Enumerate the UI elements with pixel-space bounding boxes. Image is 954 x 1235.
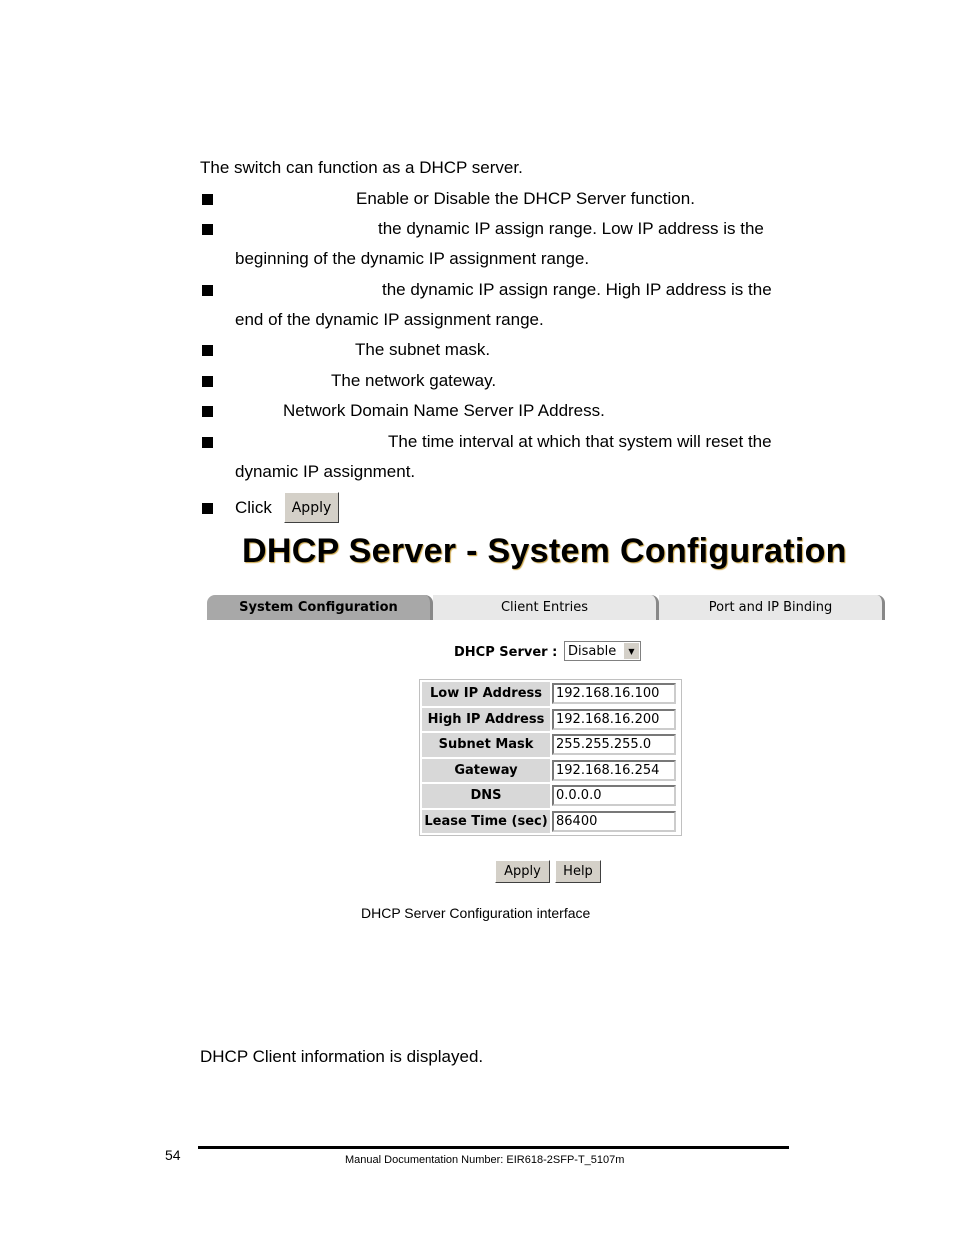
bullet-icon xyxy=(202,406,213,417)
lease-time-input[interactable] xyxy=(552,810,676,832)
table-row: Lease Time (sec) xyxy=(422,809,679,833)
field-label: DNS xyxy=(422,784,550,808)
figure-caption: DHCP Server Configuration interface xyxy=(361,905,591,921)
apply-button-inline[interactable]: Apply xyxy=(284,492,339,523)
intro-text: The switch can function as a DHCP server… xyxy=(200,158,523,177)
low-ip-input[interactable] xyxy=(552,683,676,705)
footer-divider xyxy=(198,1146,789,1149)
field-label: Subnet Mask xyxy=(422,733,550,757)
table-row: Low IP Address xyxy=(422,682,679,706)
bullet-icon xyxy=(202,194,213,205)
bullet-text: beginning of the dynamic IP assignment r… xyxy=(235,249,590,268)
bullet-text: The time interval at which that system w… xyxy=(388,432,772,451)
bullet-text: The network gateway. xyxy=(331,371,497,390)
bullet-text: Enable or Disable the DHCP Server functi… xyxy=(356,189,695,208)
bullet-text: the dynamic IP assign range. High IP add… xyxy=(382,280,772,299)
client-info-text: DHCP Client information is displayed. xyxy=(200,1047,484,1066)
subnet-mask-input[interactable] xyxy=(552,734,676,756)
dhcp-server-select[interactable]: Disable ▼ xyxy=(564,641,641,661)
bullet-icon xyxy=(202,285,213,296)
page-title: DHCP Server - System Configuration xyxy=(242,532,847,570)
chevron-down-icon[interactable]: ▼ xyxy=(624,643,639,659)
bullet-text: end of the dynamic IP assignment range. xyxy=(235,310,544,329)
dhcp-server-label: DHCP Server : xyxy=(454,645,558,660)
footer-text: Manual Documentation Number: EIR618-2SFP… xyxy=(345,1154,625,1166)
bullet-icon xyxy=(202,437,213,448)
bullet-text: the dynamic IP assign range. Low IP addr… xyxy=(378,219,764,238)
dns-input[interactable] xyxy=(552,785,676,807)
bullet-text: dynamic IP assignment. xyxy=(235,462,416,481)
tab-bar: System Configuration Client Entries Port… xyxy=(207,595,885,620)
field-label: Gateway xyxy=(422,758,550,782)
table-row: DNS xyxy=(422,784,679,808)
document-page: The switch can function as a DHCP server… xyxy=(0,0,954,1235)
config-table: Low IP Address High IP Address Subnet Ma… xyxy=(419,679,682,836)
tab-port-ip-binding[interactable]: Port and IP Binding xyxy=(659,595,885,620)
bullet-icon xyxy=(202,224,213,235)
table-row: Subnet Mask xyxy=(422,733,679,757)
field-label: Lease Time (sec) xyxy=(422,809,550,833)
click-text: Click xyxy=(235,498,272,517)
bullet-icon xyxy=(202,345,213,356)
bullet-text: The subnet mask. xyxy=(355,340,491,359)
high-ip-input[interactable] xyxy=(552,708,676,730)
help-button[interactable]: Help xyxy=(555,860,601,883)
dhcp-server-value: Disable xyxy=(568,643,617,659)
field-label: High IP Address xyxy=(422,707,550,731)
field-label: Low IP Address xyxy=(422,682,550,706)
apply-button[interactable]: Apply xyxy=(495,860,550,883)
bullet-icon xyxy=(202,376,213,387)
table-row: Gateway xyxy=(422,758,679,782)
page-number: 54 xyxy=(165,1147,181,1163)
tab-system-configuration[interactable]: System Configuration xyxy=(207,595,433,620)
bullet-text: Network Domain Name Server IP Address. xyxy=(283,401,605,420)
bullet-icon xyxy=(202,503,213,514)
gateway-input[interactable] xyxy=(552,759,676,781)
tab-client-entries[interactable]: Client Entries xyxy=(433,595,659,620)
table-row: High IP Address xyxy=(422,707,679,731)
